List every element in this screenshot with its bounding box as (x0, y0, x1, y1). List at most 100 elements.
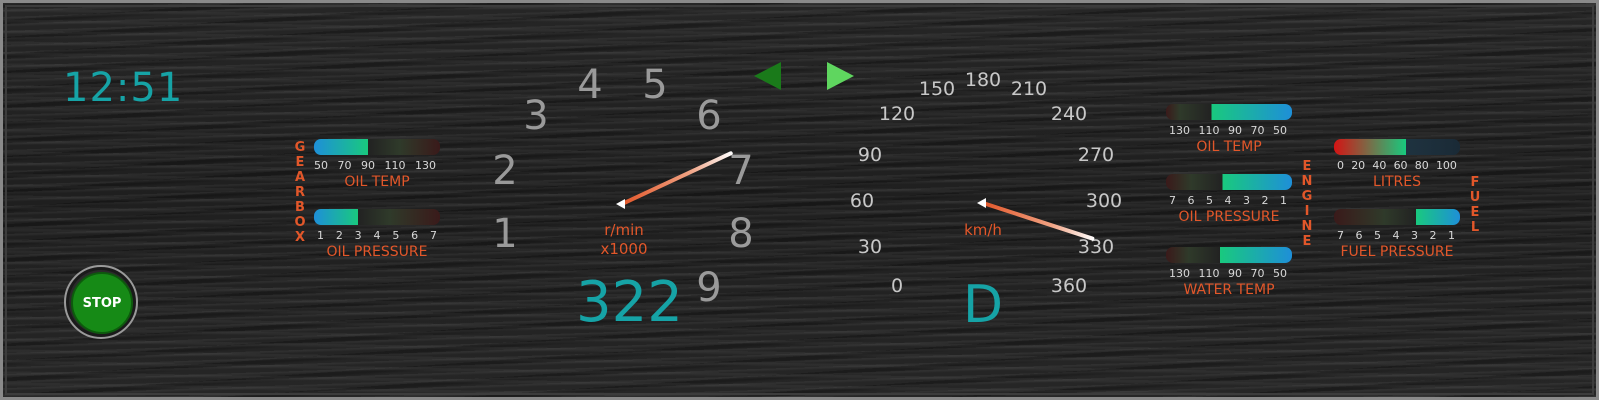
tick-label: 50 (1273, 124, 1287, 137)
engine-letter: E (1302, 234, 1312, 249)
tick-label: 7 (1337, 229, 1344, 242)
turn-left-arrow-icon[interactable] (754, 62, 781, 90)
gear-display: D (963, 275, 1004, 335)
tick-label: 6 (411, 229, 419, 242)
gearbox-letter: X (294, 230, 306, 245)
tick-label: 40 (1372, 159, 1387, 172)
tach-value-display: 322 (576, 270, 683, 335)
speed-number: 60 (849, 190, 875, 212)
gearbox-letter: G (294, 140, 306, 155)
tick-label: 90 (1228, 267, 1242, 280)
tach-unit-rpm: r/min (604, 221, 644, 239)
tick-label: 60 (1393, 159, 1408, 172)
gearbox-oil-temp-gauge: 50 70 90 110 130 OIL TEMP (314, 139, 440, 190)
engine-water-temp-label: WATER TEMP (1183, 282, 1275, 298)
tick-label: 130 (1169, 267, 1190, 280)
gearbox-oil-pressure-gauge: 1 2 3 4 5 6 7 OIL PRESSURE (314, 209, 440, 260)
gearbox-letter: E (295, 155, 305, 170)
tach-number: 1 (492, 211, 518, 257)
gearbox-oil-pressure-label: OIL PRESSURE (326, 244, 428, 260)
fuel-litres-ticks: 0 20 40 60 80 100 (1334, 159, 1457, 172)
fuel-litres-gauge: 0 20 40 60 80 100 LITRES (1334, 139, 1460, 190)
engine-oil-pressure-label: OIL PRESSURE (1178, 209, 1280, 225)
speed-number: 360 (1050, 275, 1088, 297)
tick-label: 1 (1448, 229, 1455, 242)
tach-number: 3 (523, 93, 549, 139)
gearbox-letter: B (295, 200, 305, 215)
tick-label: 70 (1250, 267, 1265, 280)
engine-oil-pressure-ticks: 7 6 5 4 3 2 1 (1166, 194, 1287, 207)
engine-water-temp-bar (1166, 247, 1292, 263)
clock-display: 12:51 (63, 65, 184, 111)
turn-right-arrow-icon[interactable] (827, 62, 854, 90)
tick-label: 50 (314, 159, 328, 172)
tick-label: 3 (354, 229, 362, 242)
engine-water-temp-ticks: 130 110 90 70 50 (1166, 267, 1287, 280)
stop-button[interactable]: STOP (71, 272, 133, 334)
gearbox-oil-temp-label: OIL TEMP (344, 174, 410, 190)
fuel-title: F U E L (1468, 175, 1482, 235)
speed-number: 240 (1050, 103, 1088, 125)
speed-number: 0 (890, 275, 904, 297)
fuel-pressure-ticks: 7 6 5 4 3 2 1 (1334, 229, 1455, 242)
engine-letter: N (1301, 219, 1313, 234)
gearbox-oil-pressure-ticks: 1 2 3 4 5 6 7 (314, 229, 437, 242)
tick-label: 1 (1280, 194, 1287, 207)
tick-label: 50 (1273, 267, 1287, 280)
gearbox-oil-pressure-bar (314, 209, 440, 225)
tick-label: 7 (1169, 194, 1176, 207)
fuel-letter: F (1470, 175, 1480, 190)
engine-oil-temp-gauge: 130 110 90 70 50 OIL TEMP (1166, 104, 1292, 155)
fuel-litres-label: LITRES (1373, 174, 1421, 190)
tach-number: 8 (728, 211, 754, 257)
tick-label: 6 (1187, 194, 1195, 207)
gearbox-title: G E A R B O X (293, 140, 307, 245)
engine-water-temp-gauge: 130 110 90 70 50 WATER TEMP (1166, 247, 1292, 298)
tick-label: 1 (317, 229, 324, 242)
engine-oil-temp-ticks: 130 110 90 70 50 (1166, 124, 1287, 137)
tach-number: 4 (577, 62, 603, 108)
tick-label: 0 (1337, 159, 1344, 172)
tick-label: 20 (1351, 159, 1366, 172)
engine-oil-pressure-bar (1166, 174, 1292, 190)
engine-oil-temp-bar (1166, 104, 1292, 120)
tick-label: 5 (1206, 194, 1213, 207)
speed-number: 30 (857, 236, 883, 258)
engine-oil-pressure-gauge: 7 6 5 4 3 2 1 OIL PRESSURE (1166, 174, 1292, 225)
gearbox-letter: A (294, 170, 306, 185)
fuel-letter: E (1470, 205, 1480, 220)
tick-label: 70 (337, 159, 352, 172)
tick-label: 80 (1414, 159, 1429, 172)
tick-label: 2 (1261, 194, 1269, 207)
tick-label: 2 (1429, 229, 1437, 242)
engine-letter: N (1301, 174, 1313, 189)
tick-label: 4 (1224, 194, 1232, 207)
engine-letter: G (1301, 189, 1313, 204)
tach-unit-multiplier: x1000 (600, 240, 648, 258)
engine-oil-temp-label: OIL TEMP (1196, 139, 1262, 155)
dashboard: 12:51 STOP G E A R B O X 50 70 90 110 13… (0, 0, 1599, 400)
fuel-letter: U (1469, 190, 1481, 205)
tick-label: 5 (1374, 229, 1381, 242)
gearbox-letter: O (294, 215, 306, 230)
speed-number: 90 (857, 144, 883, 166)
tick-label: 2 (335, 229, 343, 242)
tick-label: 110 (384, 159, 406, 172)
tach-number: 5 (642, 62, 668, 108)
engine-title: E N G I N E (1300, 159, 1314, 249)
tach-number: 6 (696, 93, 722, 139)
fuel-litres-bar (1334, 139, 1460, 155)
fuel-pressure-gauge: 7 6 5 4 3 2 1 FUEL PRESSURE (1334, 209, 1460, 260)
tick-label: 110 (1198, 124, 1220, 137)
speed-number: 270 (1077, 144, 1115, 166)
tick-label: 110 (1198, 267, 1220, 280)
speed-number: 300 (1085, 190, 1123, 212)
tick-label: 100 (1435, 159, 1457, 172)
speed-number: 330 (1077, 236, 1115, 258)
tick-label: 7 (429, 229, 437, 242)
speed-unit: km/h (964, 221, 1002, 239)
tach-number: 9 (696, 265, 722, 311)
tick-label: 70 (1250, 124, 1265, 137)
tick-label: 90 (361, 159, 375, 172)
fuel-pressure-label: FUEL PRESSURE (1340, 244, 1454, 260)
